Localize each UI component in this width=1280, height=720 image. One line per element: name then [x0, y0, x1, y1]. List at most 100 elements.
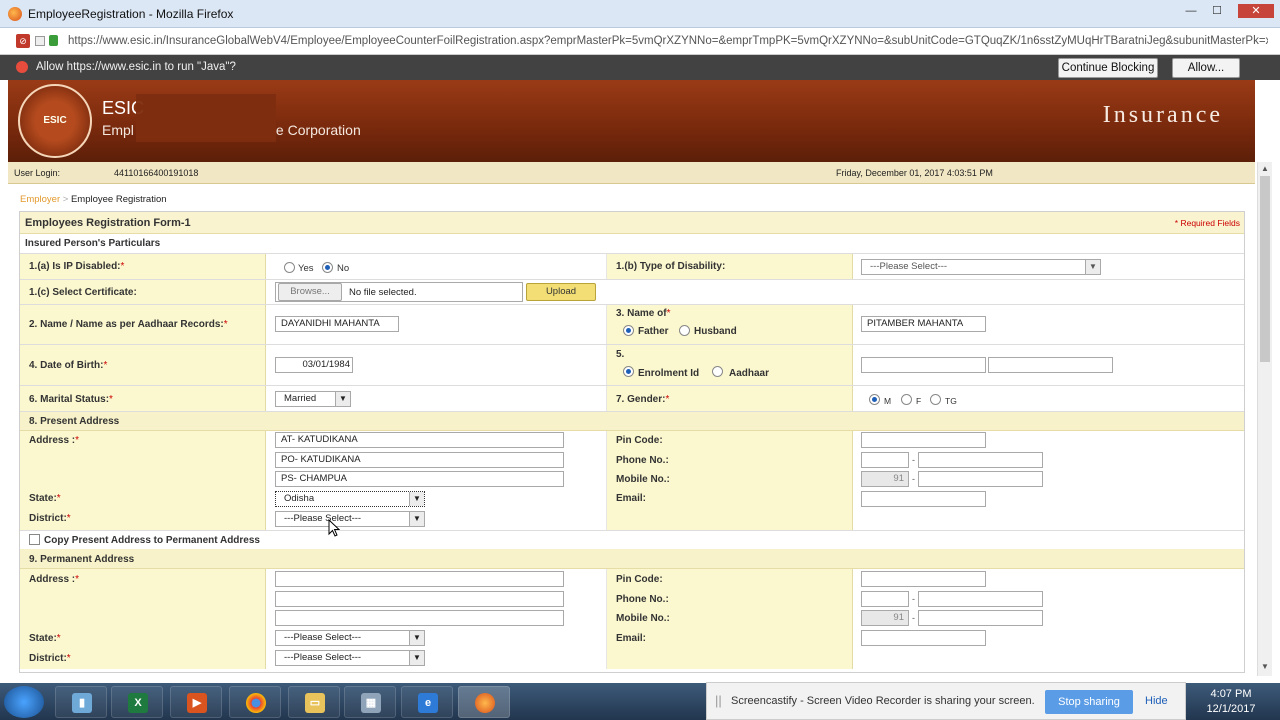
present-state-select[interactable]: Odisha ▼	[275, 491, 425, 507]
present-address-line3[interactable]: PS- CHAMPUA	[275, 471, 564, 487]
aadhaar-input[interactable]	[988, 357, 1113, 373]
name-input[interactable]: DAYANIDHI MAHANTA	[275, 316, 399, 332]
section-permanent-address: 9. Permanent Address	[20, 549, 1244, 569]
permanent-address-line2[interactable]	[275, 591, 564, 607]
maximize-button[interactable]: ☐	[1206, 4, 1228, 18]
present-mobile-input[interactable]	[918, 471, 1043, 487]
taskbar-ie-icon[interactable]: e	[401, 686, 453, 718]
permanent-address-line1[interactable]	[275, 571, 564, 587]
permanent-phone-input[interactable]	[918, 591, 1043, 607]
continue-blocking-button[interactable]: Continue Blocking	[1058, 58, 1158, 78]
certificate-file-input[interactable]: Browse... No file selected.	[275, 282, 523, 302]
breadcrumb: Employer > Employee Registration	[20, 194, 167, 205]
permanent-address-line3[interactable]	[275, 610, 564, 626]
present-phone-input[interactable]	[918, 452, 1043, 468]
chevron-down-icon[interactable]: ▼	[409, 512, 424, 526]
chevron-down-icon[interactable]: ▼	[1085, 260, 1100, 274]
copy-address-checkbox[interactable]	[29, 534, 40, 545]
radio-aadhaar[interactable]	[712, 366, 723, 377]
enrolment-id-input[interactable]	[861, 357, 986, 373]
page-info-icon[interactable]	[35, 36, 45, 46]
address-bar[interactable]: ⊘ https://www.esic.in/InsuranceGlobalWeb…	[0, 29, 1280, 55]
radio-no-label: No	[337, 263, 350, 274]
chevron-down-icon[interactable]: ▼	[409, 492, 424, 506]
dob-input[interactable]: 03/01/1984	[275, 357, 353, 373]
label-permanent-state: State:*	[29, 633, 61, 644]
chevron-down-icon[interactable]: ▼	[409, 651, 424, 665]
no-file-selected-text: No file selected.	[349, 287, 417, 298]
label-gender: 7. Gender:*	[616, 394, 670, 405]
taskbar-calculator-icon[interactable]: ▦	[344, 686, 396, 718]
breadcrumb-current: Employee Registration	[70, 194, 167, 205]
url-text[interactable]: https://www.esic.in/InsuranceGlobalWebV4…	[68, 35, 1268, 47]
drag-handle-icon[interactable]: ||	[715, 693, 722, 708]
lock-icon[interactable]	[49, 35, 58, 46]
label-present-email: Email:	[616, 493, 647, 504]
radio-husband-label: Husband	[694, 326, 737, 337]
taskbar-media-icon[interactable]: ▶	[170, 686, 222, 718]
breadcrumb-employer-link[interactable]: Employer	[20, 194, 60, 205]
radio-disabled-yes[interactable]	[284, 262, 295, 273]
permanent-phone-std-input[interactable]	[861, 591, 909, 607]
allow-button[interactable]: Allow...	[1172, 58, 1240, 78]
plugin-notification-message: Allow https://www.esic.in to run "Java"?	[36, 61, 236, 73]
plugin-blocked-icon[interactable]: ⊘	[16, 34, 30, 48]
section-ip-particulars: Insured Person's Particulars	[20, 234, 1244, 254]
close-window-button[interactable]: ✕	[1238, 4, 1274, 18]
system-clock[interactable]: 4:07 PM 12/1/2017	[1196, 687, 1266, 717]
radio-father[interactable]	[623, 325, 634, 336]
marital-status-select[interactable]: Married ▼	[275, 391, 351, 407]
page-scrollbar[interactable]: ▲ ▼	[1257, 162, 1272, 676]
label-present-district: District:*	[29, 513, 71, 524]
permanent-pin-input[interactable]	[861, 571, 986, 587]
father-name-input[interactable]: PITAMBER MAHANTA	[861, 316, 986, 332]
label-name: 2. Name / Name as per Aadhaar Records:*	[29, 319, 228, 330]
stop-sharing-button[interactable]: Stop sharing	[1045, 690, 1133, 714]
radio-gender-m[interactable]	[869, 394, 880, 405]
scroll-down-arrow-icon[interactable]: ▼	[1261, 662, 1269, 671]
taskbar-firefox-icon[interactable]	[458, 686, 510, 718]
disability-type-select[interactable]: ---Please Select--- ▼	[861, 259, 1101, 275]
hide-button[interactable]: Hide	[1145, 695, 1168, 707]
taskbar-folder-icon[interactable]: ▭	[288, 686, 340, 718]
permanent-mobile-input[interactable]	[918, 610, 1043, 626]
window-title-bar: EmployeeRegistration - Mozilla Firefox —…	[0, 0, 1280, 28]
row-marital-gender: 6. Marital Status:* Married ▼ 7. Gender:*…	[20, 386, 1244, 412]
present-pin-input[interactable]	[861, 432, 986, 448]
present-district-select[interactable]: ---Please Select--- ▼	[275, 511, 425, 527]
row-dob: 4. Date of Birth:* 03/01/1984 5. Enrolme…	[20, 345, 1244, 386]
radio-enrolment-id[interactable]	[623, 366, 634, 377]
permanent-email-input[interactable]	[861, 630, 986, 646]
radio-gender-tg[interactable]	[930, 394, 941, 405]
label-dob: 4. Date of Birth:*	[29, 360, 108, 371]
radio-husband[interactable]	[679, 325, 690, 336]
minimize-button[interactable]: —	[1180, 4, 1202, 18]
start-button[interactable]	[4, 686, 44, 718]
permanent-district-select[interactable]: ---Please Select--- ▼	[275, 650, 425, 666]
scroll-up-arrow-icon[interactable]: ▲	[1261, 164, 1269, 173]
plugin-notification-bar: Allow https://www.esic.in to run "Java"?…	[0, 55, 1280, 80]
radio-disabled-no[interactable]	[322, 262, 333, 273]
chevron-down-icon[interactable]: ▼	[409, 631, 424, 645]
radio-enrolment-label: Enrolment Id	[638, 368, 700, 379]
scrollbar-thumb[interactable]	[1260, 176, 1270, 362]
present-address-line1[interactable]: AT- KATUDIKANA	[275, 432, 564, 448]
taskbar-chrome-icon[interactable]	[229, 686, 281, 718]
present-phone-std-input[interactable]	[861, 452, 909, 468]
site-header: ESIC ESIC Empl e Corporation Insurance	[8, 80, 1255, 162]
window-title: EmployeeRegistration - Mozilla Firefox	[28, 7, 234, 21]
row-name: 2. Name / Name as per Aadhaar Records:* …	[20, 305, 1244, 345]
radio-gender-f[interactable]	[901, 394, 912, 405]
present-email-input[interactable]	[861, 491, 986, 507]
browse-button[interactable]: Browse...	[278, 283, 342, 301]
present-address-line2[interactable]: PO- KATUDIKANA	[275, 452, 564, 468]
taskbar-excel-icon[interactable]: X	[111, 686, 163, 718]
taskbar-explorer-icon[interactable]: ▮	[55, 686, 107, 718]
permanent-state-select[interactable]: ---Please Select--- ▼	[275, 630, 425, 646]
radio-yes-label: Yes	[298, 263, 314, 274]
chevron-down-icon[interactable]: ▼	[335, 392, 350, 406]
label-present-address: Address :*	[29, 435, 80, 446]
label-present-phone: Phone No.:	[616, 455, 669, 466]
upload-button[interactable]: Upload	[526, 283, 596, 301]
site-section-title: Insurance	[1102, 102, 1223, 128]
